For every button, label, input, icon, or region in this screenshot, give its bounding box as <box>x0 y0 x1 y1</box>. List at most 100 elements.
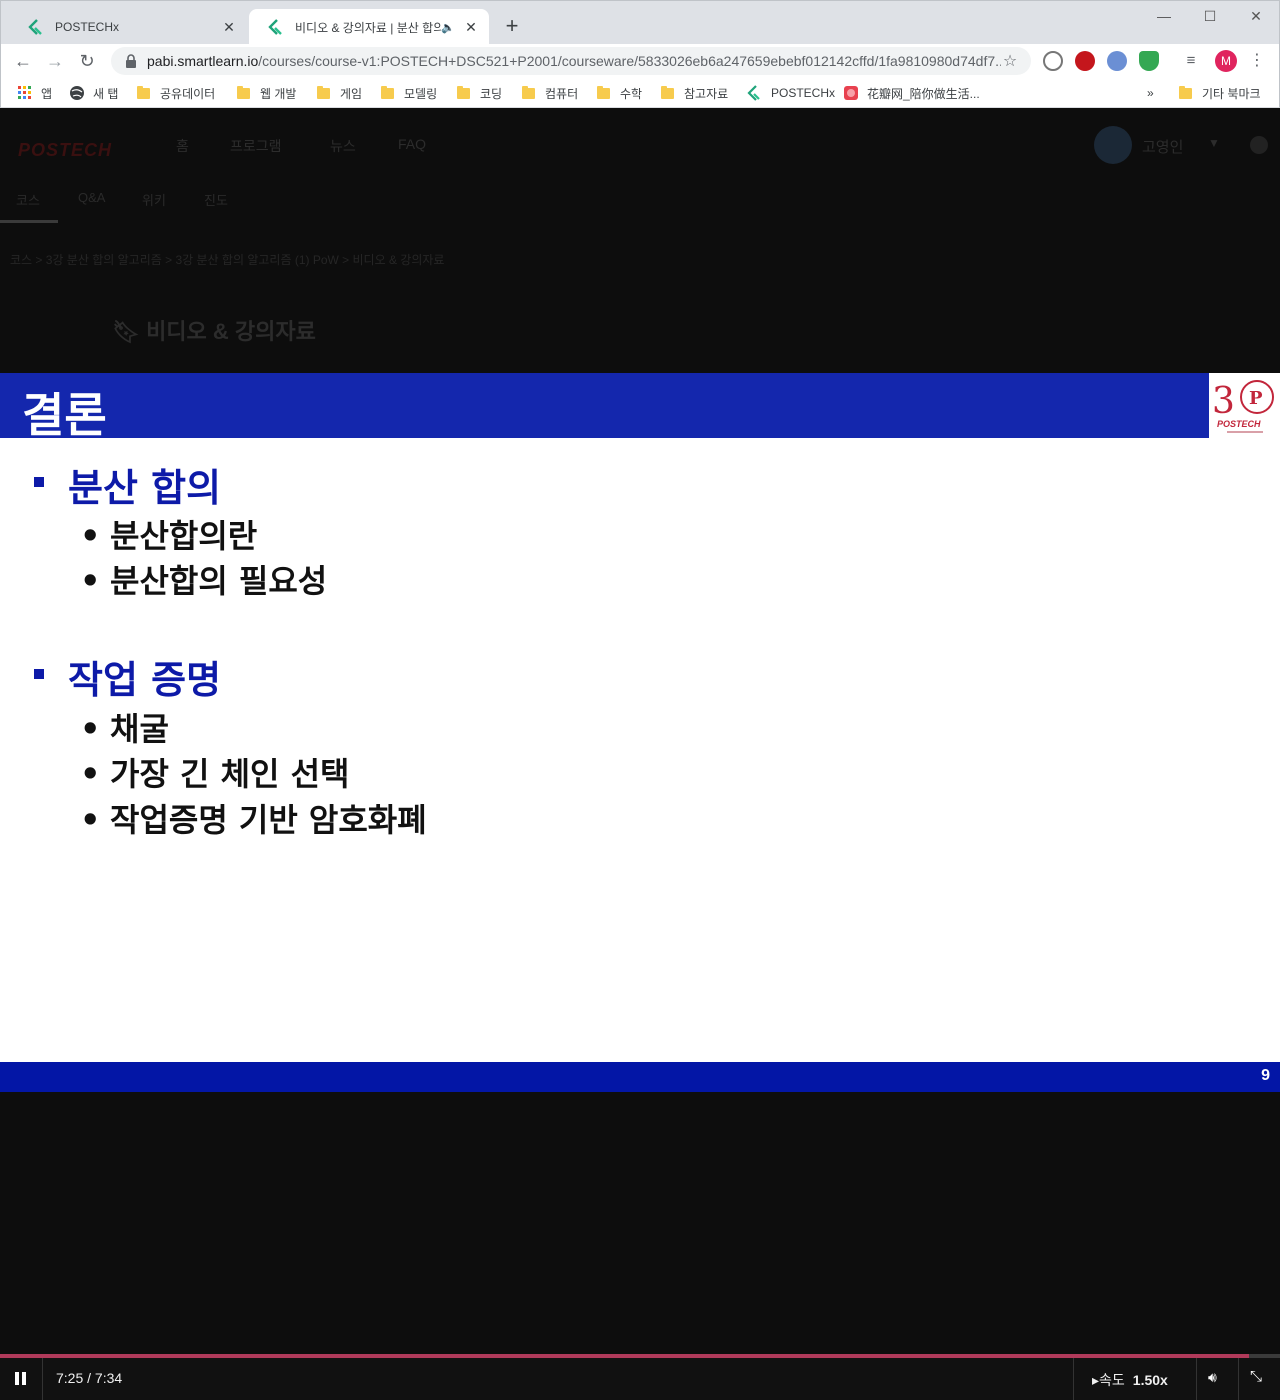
overflow-label: » <box>1147 86 1154 100</box>
bullet-dot-icon: • <box>80 562 101 600</box>
reload-icon[interactable]: ↻ <box>75 49 99 73</box>
bullet-dot-icon: • <box>80 517 101 555</box>
user-avatar[interactable] <box>1094 126 1132 164</box>
list-item-text: 분산합의 필요성 <box>110 562 328 600</box>
new-tab-button[interactable]: + <box>501 15 523 37</box>
breadcrumb[interactable]: 코스 > 3강 분산 합의 알고리즘 > 3강 분산 합의 알고리즘 (1) P… <box>10 251 444 268</box>
page-title: 🔖︎ 비디오 & 강의자료 <box>112 314 316 346</box>
extension-red-icon[interactable] <box>1075 51 1095 71</box>
speed-label: 속도 <box>1099 1372 1125 1388</box>
volume-icon[interactable]: 🔊︎ <box>1208 1369 1217 1386</box>
tab-close-icon[interactable]: ✕ <box>463 19 479 35</box>
bookmark-newtab[interactable]: 새 탭 <box>69 84 118 102</box>
bookmark-folder[interactable]: 참고자료 <box>661 84 728 102</box>
section-bullet-icon <box>34 669 44 679</box>
exit-fullscreen-icon[interactable]: ⤡ <box>1250 1368 1262 1385</box>
playback-speed-button[interactable]: ▸속도 1.50x <box>1092 1370 1168 1390</box>
lecture-slide[interactable]: 결론 3 P POSTECH 분산 합의 • 분산합의란 • 분산합의 필요성 작업… <box>0 373 1280 1092</box>
tab-lecture[interactable]: 비디오 & 강의자료 | 분산 합의 🔈 ✕ <box>249 9 489 45</box>
divider <box>42 1358 43 1400</box>
tab-title: 비디오 & 강의자료 | 분산 합의 <box>295 20 441 35</box>
profile-avatar[interactable]: M <box>1215 50 1237 72</box>
nav-news[interactable]: 뉴스 <box>330 136 356 156</box>
folder-icon <box>317 85 330 99</box>
menu-kebab-icon[interactable]: ⋮ <box>1249 50 1265 72</box>
section-heading: 분산 합의 <box>68 466 222 510</box>
list-item: • 분산합의 필요성 <box>80 556 327 602</box>
bookmarks-bar: 앱 새 탭 공유데이터 웹 개발 게임 모델링 코딩 컴퓨터 수학 참고자료 P… <box>0 78 1280 108</box>
list-item-text: 채굴 <box>110 710 169 748</box>
section-bullet-icon <box>34 477 44 487</box>
address-bar[interactable]: pabi.smartlearn.io/courses/course-v1:POS… <box>111 47 1031 75</box>
bookmark-folder[interactable]: 공유데이터 <box>137 84 215 102</box>
page-title-text: 비디오 & 강의자료 <box>146 319 316 344</box>
speaker-icon[interactable]: 🔈 <box>441 21 455 34</box>
slide-logo-text: POSTECH <box>1217 419 1261 429</box>
postechx-favicon-icon <box>268 19 282 35</box>
bookmark-folder[interactable]: 컴퓨터 <box>522 84 578 102</box>
bookmark-folder[interactable]: 게임 <box>317 84 362 102</box>
section-heading: 작업 증명 <box>68 658 222 702</box>
postechx-favicon-icon <box>28 19 42 35</box>
bookmark-folder[interactable]: 모델링 <box>381 84 437 102</box>
nav-program[interactable]: 프로그램 <box>230 136 282 156</box>
video-controls: 7:25 / 7:34 ▸속도 1.50x 🔊︎ ⤡ <box>0 1358 1280 1400</box>
dimmed-page-underlay: POSTECH 홈 프로그램 뉴스 FAQ 고영인 ▼ 코스 Q&A 위키 진도… <box>0 108 1280 373</box>
list-item: • 채굴 <box>80 704 169 750</box>
extension-cloud-icon[interactable] <box>1043 51 1063 71</box>
forward-arrow-icon[interactable]: → <box>43 49 67 73</box>
nav-home[interactable]: 홈 <box>176 136 189 156</box>
folder-icon <box>661 85 674 99</box>
bookmark-label: POSTECHx <box>771 86 836 100</box>
bookmark-other[interactable]: 기타 북마크 <box>1179 84 1261 102</box>
bookmark-folder[interactable]: 웹 개발 <box>237 84 296 102</box>
bookmark-label: 수학 <box>620 86 643 101</box>
subnav-qna[interactable]: Q&A <box>78 190 105 205</box>
postech-30th-logo: 3 P POSTECH <box>1209 373 1280 438</box>
window-close-icon[interactable]: ✕ <box>1233 5 1279 27</box>
divider <box>1196 1358 1197 1400</box>
chevron-down-icon[interactable]: ▼ <box>1208 136 1220 150</box>
bookmark-label: 게임 <box>340 86 363 101</box>
bookmark-apps[interactable]: 앱 <box>17 84 52 102</box>
subnav-progress[interactable]: 진도 <box>204 190 228 209</box>
bookmark-folder[interactable]: 수학 <box>597 84 642 102</box>
subnav-wiki[interactable]: 위키 <box>142 190 166 209</box>
folder-icon <box>381 85 394 99</box>
list-item-text: 가장 긴 체인 선택 <box>110 755 350 793</box>
active-subnav-indicator <box>0 220 58 223</box>
postechx-icon <box>747 85 760 101</box>
tab-close-icon[interactable]: ✕ <box>221 19 237 35</box>
extension-shield-icon[interactable] <box>1139 51 1159 71</box>
maximize-icon[interactable]: ☐ <box>1187 5 1233 27</box>
caret-right-icon: ▸ <box>1092 1372 1100 1388</box>
extension-blue-icon[interactable] <box>1107 51 1127 71</box>
nav-faq[interactable]: FAQ <box>398 136 426 152</box>
globe-icon <box>70 86 84 100</box>
subnav-course[interactable]: 코스 <box>16 190 40 209</box>
slide-title-bar: 결론 <box>0 373 1209 442</box>
list-item: • 분산합의란 <box>80 511 257 557</box>
browser-toolbar: ← → ↻ pabi.smartlearn.io/courses/course-… <box>0 44 1280 78</box>
media-queue-icon[interactable]: ≡ <box>1181 51 1201 71</box>
site-logo[interactable]: POSTECH <box>18 140 112 161</box>
pause-icon[interactable] <box>14 1372 28 1386</box>
minimize-icon[interactable]: — <box>1141 5 1187 27</box>
bullet-dot-icon: • <box>80 755 101 793</box>
bookmark-postechx[interactable]: POSTECHx <box>747 84 835 102</box>
folder-icon <box>457 85 470 99</box>
bookmark-icon[interactable]: 🔖︎ <box>112 319 140 344</box>
bookmarks-overflow-button[interactable]: » <box>1147 84 1154 102</box>
back-arrow-icon[interactable]: ← <box>11 49 35 73</box>
globe-icon[interactable] <box>1250 136 1268 154</box>
user-name[interactable]: 고영인 <box>1142 136 1183 157</box>
folder-icon <box>1179 85 1192 99</box>
bookmark-folder[interactable]: 코딩 <box>457 84 502 102</box>
svg-text:P: P <box>1249 388 1263 409</box>
apps-grid-icon <box>18 86 31 99</box>
slide-title: 결론 <box>22 388 107 442</box>
page-content: POSTECH 홈 프로그램 뉴스 FAQ 고영인 ▼ 코스 Q&A 위키 진도… <box>0 108 1280 1400</box>
bookmark-huaban[interactable]: 花瓣网_陪你做生活... <box>843 84 980 102</box>
tab-postechx[interactable]: POSTECHx ✕ <box>9 9 247 45</box>
bookmark-star-icon[interactable]: ☆ <box>1001 51 1019 71</box>
